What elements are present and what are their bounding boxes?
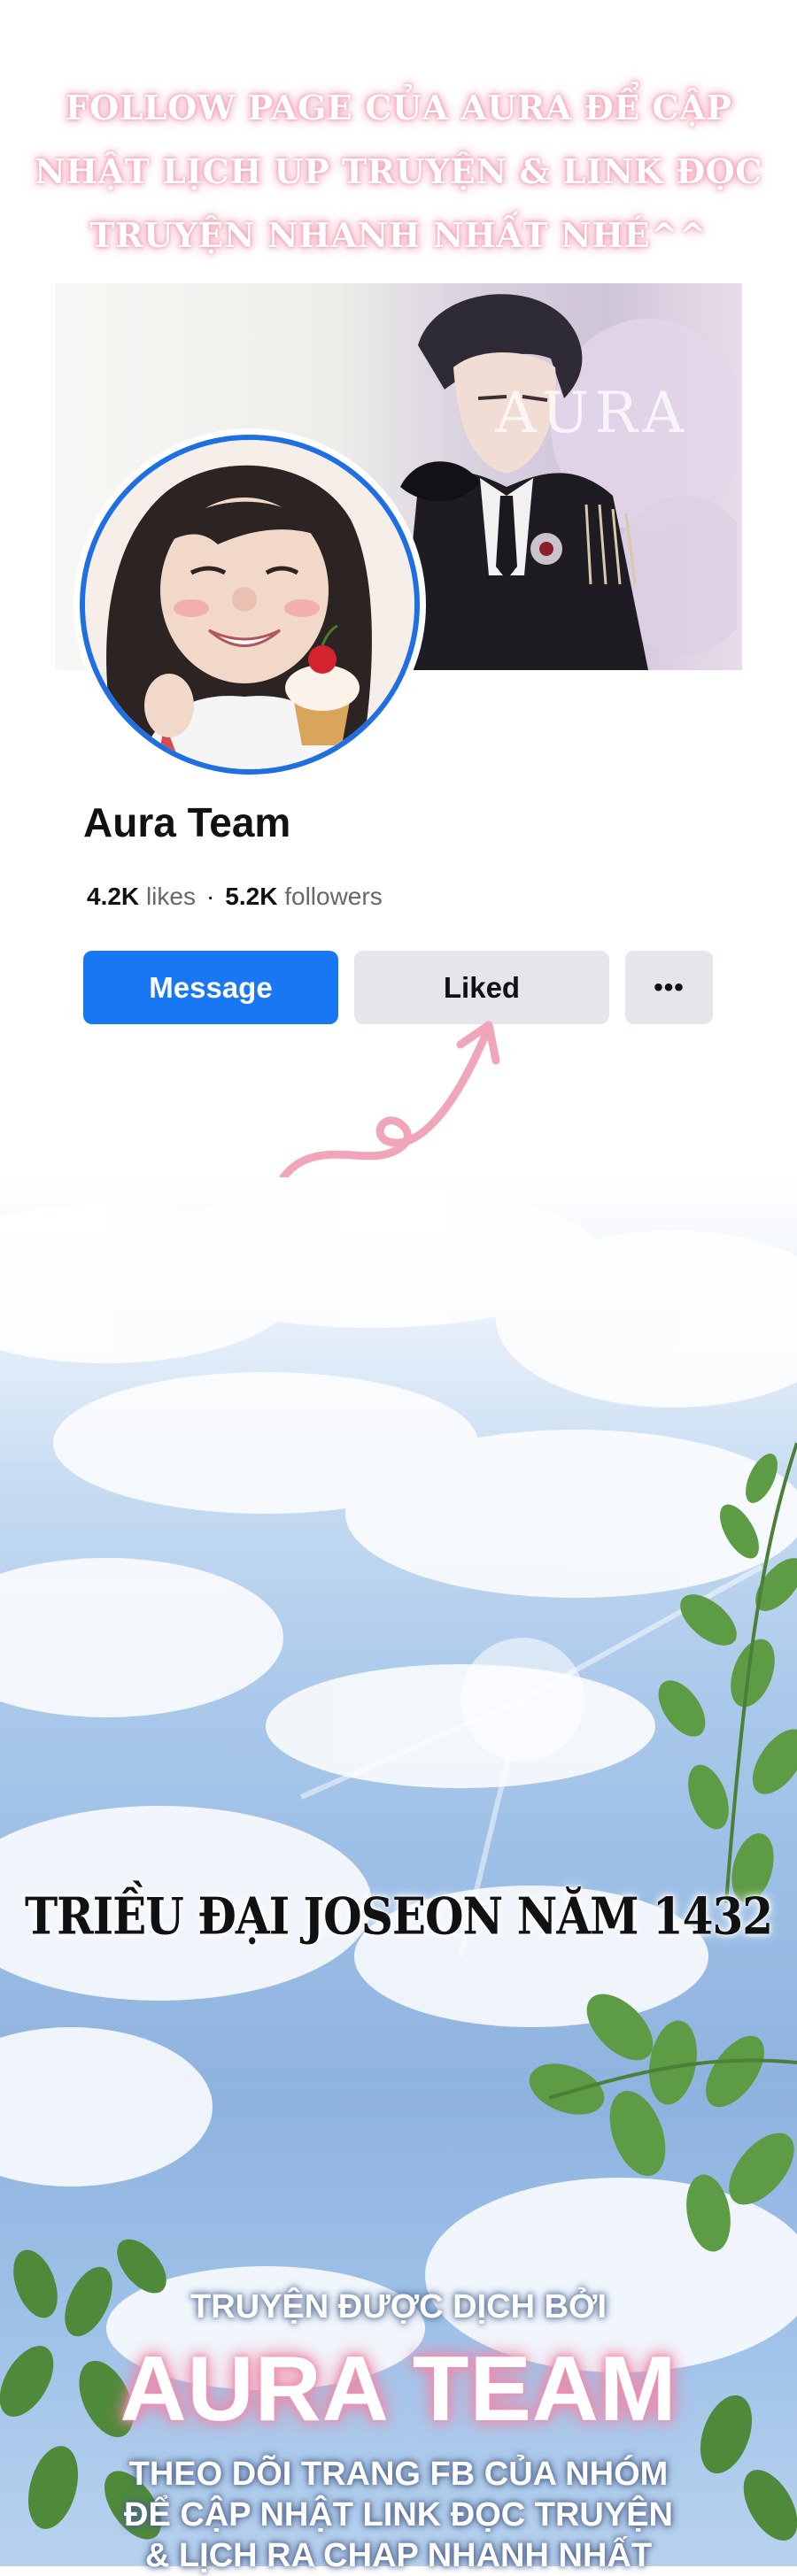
- credit-line-2: ĐỂ CẬP NHẬT LINK ĐỌC TRUYỆN: [124, 2496, 673, 2534]
- promo-section: FOLLOW PAGE CỦA AURA ĐỂ CẬP NHẬT LỊCH UP…: [0, 0, 797, 1182]
- promo-line-2: NHẬT LỊCH UP TRUYỆN & LINK ĐỌC: [34, 151, 763, 191]
- team-name: AURA TEAM: [120, 2338, 677, 2441]
- credit-line-3: & LỊCH RA CHAP NHANH NHẤT: [144, 2537, 653, 2574]
- avatar[interactable]: [74, 428, 426, 781]
- likes-label: likes: [145, 883, 196, 910]
- credit-line-1: THEO DÕI TRANG FB CỦA NHÓM: [128, 2456, 669, 2493]
- era-caption: TRIỀU ĐẠI JOSEON NĂM 1432: [24, 1886, 773, 1947]
- cover-watermark: AURA: [495, 381, 689, 446]
- heart-arrow-icon: [279, 1021, 500, 1182]
- followers-label: followers: [284, 883, 383, 910]
- page-title: Aura Team: [83, 799, 291, 845]
- avatar-illustration: [85, 440, 414, 769]
- followers-count: 5.2K: [225, 883, 278, 910]
- promo-line-3: TRUYỆN NHANH NHẤT NHÉ^^: [89, 215, 708, 255]
- cover-illustration: [400, 294, 737, 670]
- avatar-ring: [80, 435, 420, 775]
- stats-separator: ·: [205, 883, 215, 910]
- more-options-button[interactable]: •••: [625, 951, 713, 1024]
- credit-notice: THEO DÕI TRANG FB CỦA NHÓM ĐỂ CẬP NHẬT L…: [0, 2454, 797, 2576]
- likes-count: 4.2K: [87, 883, 140, 910]
- translated-by-label: TRUYỆN ĐƯỢC DỊCH BỞI: [190, 2288, 607, 2325]
- promo-heading: FOLLOW PAGE CỦA AURA ĐỂ CẬP NHẬT LỊCH UP…: [0, 76, 797, 267]
- promo-line-1: FOLLOW PAGE CỦA AURA ĐỂ CẬP: [65, 88, 732, 127]
- page-stats: 4.2K likes · 5.2K followers: [87, 883, 383, 911]
